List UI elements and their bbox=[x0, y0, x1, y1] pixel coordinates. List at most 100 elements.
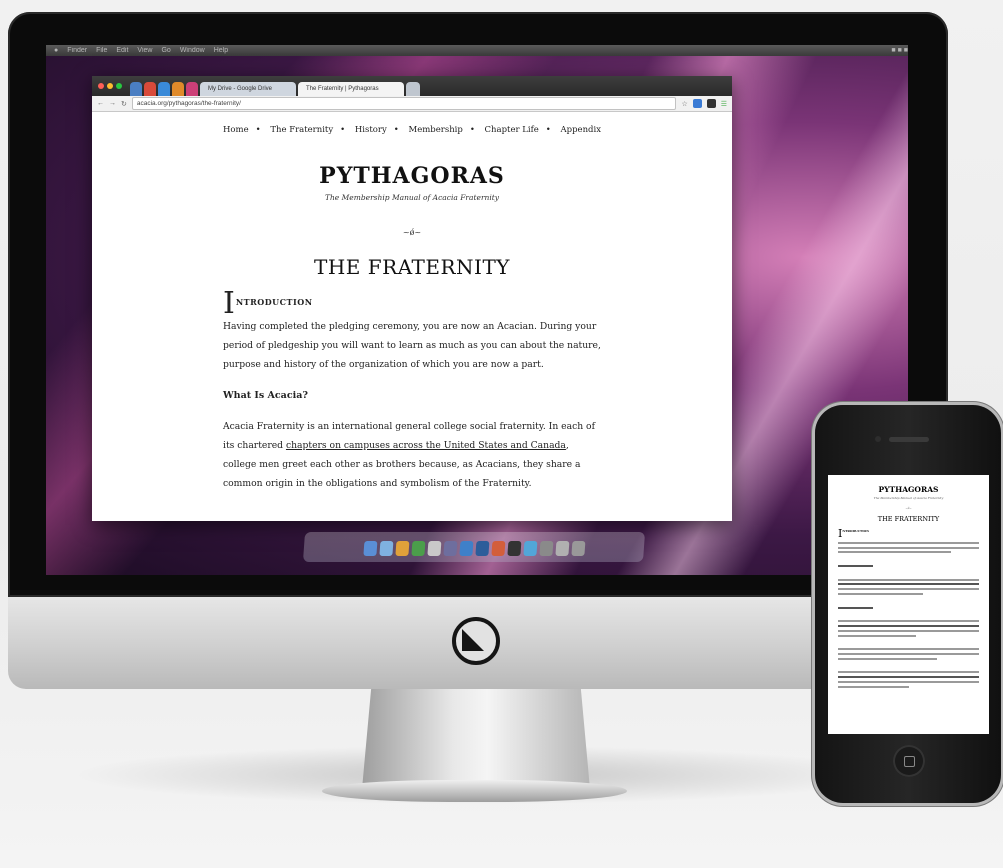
extension-icon[interactable] bbox=[706, 99, 716, 108]
text-line bbox=[838, 588, 979, 591]
nav-separator: • bbox=[393, 125, 399, 135]
dock-app-icon[interactable] bbox=[538, 541, 553, 556]
nav-link-home[interactable]: Home bbox=[223, 125, 249, 135]
text-line bbox=[838, 564, 874, 567]
mobile-site-title[interactable]: PYTHAGORAS bbox=[828, 485, 989, 494]
chapters-link[interactable]: chapters on campuses across the United S… bbox=[286, 440, 566, 451]
nav-separator: • bbox=[340, 125, 346, 135]
minimize-window-button[interactable] bbox=[107, 83, 113, 89]
status-icons[interactable]: ■ ■ ■ bbox=[891, 47, 908, 54]
mobile-site-subtitle: The Membership Manual of Acacia Fraterni… bbox=[873, 496, 944, 500]
text-line bbox=[838, 606, 874, 609]
drop-cap: I bbox=[223, 286, 235, 321]
dock-app-icon[interactable] bbox=[522, 541, 537, 556]
site-title[interactable]: PYTHAGORAS bbox=[92, 163, 732, 189]
text-line bbox=[838, 546, 979, 549]
menubar-item[interactable]: File bbox=[96, 47, 107, 54]
text-line bbox=[838, 671, 979, 674]
dock-app-icon[interactable] bbox=[362, 541, 377, 556]
text-line bbox=[838, 634, 916, 637]
tab-strip: My Drive - Google Drive The Fraternity |… bbox=[92, 76, 732, 96]
menubar-item[interactable]: Edit bbox=[116, 47, 128, 54]
dock-app-icon[interactable] bbox=[506, 541, 521, 556]
forward-arrow-icon[interactable]: → bbox=[109, 100, 116, 107]
nav-separator: • bbox=[545, 125, 551, 135]
extension-icon[interactable] bbox=[692, 99, 702, 108]
desktop: ● Finder File Edit View Go Window Help ■… bbox=[46, 45, 908, 575]
dock-app-icon[interactable] bbox=[442, 541, 457, 556]
back-arrow-icon[interactable]: ← bbox=[97, 100, 104, 107]
section-heading-label: NTRODUCTION bbox=[235, 297, 313, 307]
menubar-item[interactable]: Go bbox=[161, 47, 170, 54]
tab-google-drive[interactable]: My Drive - Google Drive bbox=[200, 82, 296, 96]
dock-app-icon[interactable] bbox=[426, 541, 441, 556]
apple-menu-icon[interactable]: ● bbox=[54, 47, 58, 54]
mobile-section-label: NTRODUCTION bbox=[842, 529, 870, 533]
site-nav: Home • The Fraternity • History • Membershi… bbox=[92, 125, 732, 135]
browser-toolbar: ← → ↻ acacia.org/pythagoras/the-fraterni… bbox=[92, 96, 732, 112]
camera-icon bbox=[875, 436, 881, 442]
link-line[interactable] bbox=[838, 676, 979, 679]
menubar-item[interactable]: Finder bbox=[67, 47, 87, 54]
pinned-tab[interactable] bbox=[172, 82, 184, 96]
menubar-item[interactable]: Help bbox=[214, 47, 228, 54]
web-page: Home • The Fraternity • History • Membershi… bbox=[92, 113, 732, 521]
speaker-grille bbox=[889, 437, 929, 442]
home-button[interactable] bbox=[893, 745, 925, 777]
link-line[interactable] bbox=[838, 583, 979, 586]
mobile-page-heading: THE FRATERNITY bbox=[877, 515, 940, 523]
text-line bbox=[838, 657, 937, 660]
close-window-button[interactable] bbox=[98, 83, 104, 89]
site-subtitle: The Membership Manual of Acacia Fraterni… bbox=[324, 193, 500, 202]
nav-link-appendix[interactable]: Appendix bbox=[561, 125, 601, 135]
nav-link-membership[interactable]: Membership bbox=[409, 125, 463, 135]
tab-the-fraternity[interactable]: The Fraternity | Pythagoras bbox=[298, 82, 404, 96]
reload-icon[interactable]: ↻ bbox=[121, 100, 127, 108]
paragraph: Acacia Fraternity is an international ge… bbox=[223, 417, 601, 493]
bookmark-star-icon[interactable]: ☆ bbox=[681, 100, 687, 108]
pinned-tab[interactable] bbox=[158, 82, 170, 96]
imac-stand-foot bbox=[322, 780, 627, 802]
mobile-screen: PYTHAGORAS The Membership Manual of Acac… bbox=[828, 475, 989, 734]
pinned-tab[interactable] bbox=[186, 82, 198, 96]
ornament-divider: ~ǿ~ bbox=[402, 228, 422, 237]
trash-icon[interactable] bbox=[570, 541, 585, 556]
mobile-section-heading: I NTRODUCTION bbox=[838, 528, 979, 539]
nav-link-the-fraternity[interactable]: The Fraternity bbox=[270, 125, 333, 135]
iphone-mockup: PYTHAGORAS The Membership Manual of Acac… bbox=[815, 405, 1001, 803]
text-line bbox=[838, 541, 979, 544]
text-line bbox=[838, 648, 979, 651]
text-line bbox=[838, 685, 909, 688]
new-tab-button[interactable] bbox=[406, 82, 420, 96]
dock-app-icon[interactable] bbox=[378, 541, 393, 556]
menu-icon[interactable]: ☰ bbox=[721, 100, 727, 108]
nav-link-chapter-life[interactable]: Chapter Life bbox=[485, 125, 539, 135]
menubar-item[interactable]: View bbox=[137, 47, 152, 54]
menubar-item[interactable]: Window bbox=[180, 47, 205, 54]
pinned-tab[interactable] bbox=[144, 82, 156, 96]
pinned-tab[interactable] bbox=[130, 82, 142, 96]
nav-separator: • bbox=[255, 125, 261, 135]
section-heading: I NTRODUCTION bbox=[223, 286, 601, 321]
text-line bbox=[838, 629, 979, 632]
brand-logo-icon bbox=[452, 617, 500, 665]
dock-app-icon[interactable] bbox=[458, 541, 473, 556]
dock-app-icon[interactable] bbox=[490, 541, 505, 556]
imac-stand-neck bbox=[362, 689, 590, 789]
dock-app-icon[interactable] bbox=[410, 541, 425, 556]
text-line bbox=[838, 652, 979, 655]
text-line bbox=[838, 592, 923, 595]
dock-app-icon[interactable] bbox=[394, 541, 409, 556]
zoom-window-button[interactable] bbox=[116, 83, 122, 89]
link-line[interactable] bbox=[838, 624, 979, 627]
article-body: I NTRODUCTION Having completed the pledg… bbox=[223, 286, 601, 493]
nav-link-history[interactable]: History bbox=[355, 125, 387, 135]
nav-separator: • bbox=[469, 125, 475, 135]
mobile-ornament: ~ǿ~ bbox=[905, 506, 912, 510]
mac-menubar: ● Finder File Edit View Go Window Help ■… bbox=[46, 45, 908, 56]
mobile-article-body: I NTRODUCTION bbox=[828, 528, 989, 688]
dock-app-icon[interactable] bbox=[554, 541, 569, 556]
dock-app-icon[interactable] bbox=[474, 541, 489, 556]
subheading: What Is Acacia? bbox=[223, 390, 308, 401]
address-bar[interactable]: acacia.org/pythagoras/the-fraternity/ bbox=[131, 97, 677, 110]
